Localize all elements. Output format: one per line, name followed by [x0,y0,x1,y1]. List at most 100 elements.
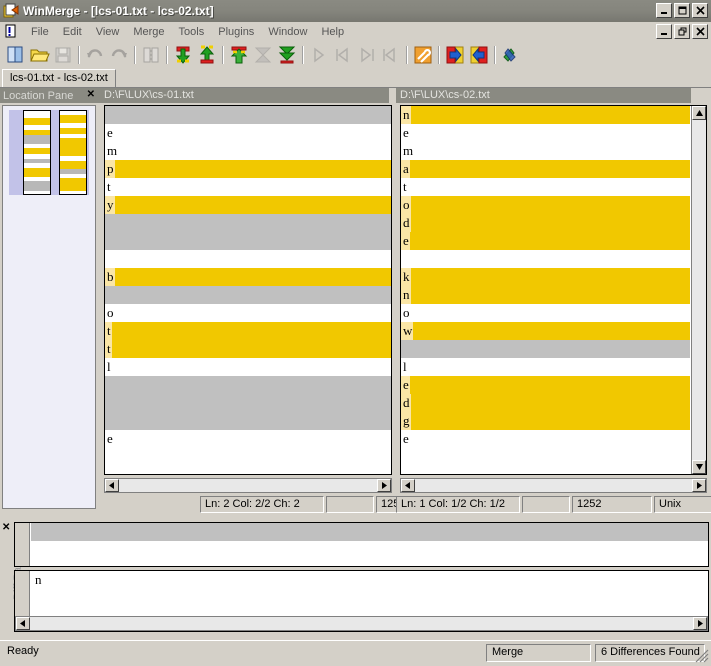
editor-line[interactable]: n [401,106,690,124]
scroll-right-button[interactable] [693,617,707,630]
previous-diff-icon[interactable] [332,44,354,66]
close-button[interactable] [692,3,708,18]
editor-line[interactable] [401,250,690,268]
editor-line[interactable] [105,394,391,412]
copy-all-down-icon[interactable] [252,44,274,66]
editor-line[interactable]: e [105,430,391,448]
menu-file[interactable]: File [24,24,56,40]
scroll-left-button[interactable] [401,479,415,492]
editor-line[interactable]: p [105,160,391,178]
mdi-minimize-button[interactable] [656,24,672,39]
refresh-icon[interactable] [500,44,522,66]
editor-line[interactable]: b [105,268,391,286]
editor-line[interactable]: l [401,358,690,376]
tab-lcs-compare[interactable]: lcs-01.txt - lcs-02.txt [2,69,116,87]
editor-line[interactable]: o [105,304,391,322]
mdi-close-button[interactable] [692,24,708,39]
editor-line[interactable]: t [105,340,391,358]
menu-edit[interactable]: Edit [56,24,89,40]
menu-tools[interactable]: Tools [172,24,212,40]
menu-window[interactable]: Window [261,24,314,40]
editor-line[interactable] [105,250,391,268]
editor-line[interactable] [105,232,391,250]
close-icon[interactable]: ✕ [87,89,95,100]
editor-line[interactable]: e [105,124,391,142]
copy-left-up-icon[interactable] [196,44,218,66]
copy-all-right-icon[interactable] [276,44,298,66]
new-compare-icon[interactable] [4,44,26,66]
left-horizontal-scrollbar[interactable] [104,478,392,493]
location-pane-body[interactable] [2,105,96,509]
editor-line[interactable] [105,412,391,430]
right-editor-lines[interactable]: nematodeknowledge [401,106,690,466]
save-icon[interactable] [52,44,74,66]
editor-line[interactable] [401,448,690,466]
maximize-button[interactable] [674,3,690,18]
select-right-icon[interactable] [444,44,466,66]
menu-help[interactable]: Help [314,24,351,40]
editor-line[interactable]: t [401,178,690,196]
scroll-left-button[interactable] [16,617,30,630]
editor-line[interactable]: d [401,394,690,412]
undo-icon[interactable] [84,44,106,66]
editor-line[interactable]: o [401,304,690,322]
location-map-left-column[interactable] [23,110,51,195]
left-file-path[interactable]: D:\F\LUX\cs-01.txt [100,88,390,103]
left-editor-lines[interactable]: emptybottle [105,106,391,466]
scroll-right-button[interactable] [692,479,706,492]
editor-line[interactable]: e [401,232,690,250]
editor-line[interactable]: o [401,196,690,214]
editor-line[interactable]: l [105,358,391,376]
scroll-left-button[interactable] [105,479,119,492]
right-file-path[interactable]: D:\F\LUX\cs-02.txt [396,88,692,103]
editor-line[interactable]: k [401,268,690,286]
first-diff-icon[interactable] [308,44,330,66]
options-wrench-icon[interactable] [412,44,434,66]
diff-pane-bottom-view[interactable]: n [14,570,709,632]
resize-grip-icon[interactable] [695,649,709,663]
right-editor[interactable]: nematodeknowledge [400,105,707,475]
right-vertical-scrollbar[interactable] [691,106,706,474]
editor-line[interactable]: a [401,160,690,178]
editor-line[interactable]: e [401,430,690,448]
editor-line[interactable] [105,376,391,394]
left-editor[interactable]: emptybottle [104,105,392,475]
editor-line[interactable]: y [105,196,391,214]
editor-line[interactable]: e [401,124,690,142]
next-diff-icon[interactable] [356,44,378,66]
menu-merge[interactable]: Merge [126,24,171,40]
editor-line[interactable] [105,214,391,232]
editor-line[interactable]: m [401,142,690,160]
location-map-right-column[interactable] [59,110,87,195]
menu-view[interactable]: View [89,24,127,40]
editor-line[interactable]: d [401,214,690,232]
close-icon[interactable]: ✕ [2,522,10,533]
diff-pane-horizontal-scrollbar[interactable] [15,616,708,631]
copy-right-down-icon[interactable] [172,44,194,66]
editor-line[interactable]: e [401,376,690,394]
editor-line[interactable]: n [401,286,690,304]
editor-line[interactable]: m [105,142,391,160]
diff-options-icon[interactable] [140,44,162,66]
editor-line[interactable]: t [105,178,391,196]
scroll-up-button[interactable] [692,106,706,120]
editor-line[interactable] [105,286,391,304]
scroll-down-button[interactable] [692,460,706,474]
editor-line[interactable]: g [401,412,690,430]
editor-line[interactable] [105,448,391,466]
scroll-right-button[interactable] [377,479,391,492]
right-horizontal-scrollbar[interactable] [400,478,707,493]
editor-line[interactable] [105,106,391,124]
menu-plugins[interactable]: Plugins [211,24,261,40]
copy-to-left-icon[interactable] [228,44,250,66]
location-map[interactable] [9,110,89,195]
select-left-icon[interactable] [468,44,490,66]
open-folder-icon[interactable] [28,44,50,66]
editor-line[interactable]: t [105,322,391,340]
redo-icon[interactable] [108,44,130,66]
last-diff-icon[interactable] [380,44,402,66]
editor-line[interactable] [401,340,690,358]
editor-line[interactable]: w [401,322,690,340]
minimize-button[interactable] [656,3,672,18]
diff-pane-top-view[interactable] [14,522,709,567]
